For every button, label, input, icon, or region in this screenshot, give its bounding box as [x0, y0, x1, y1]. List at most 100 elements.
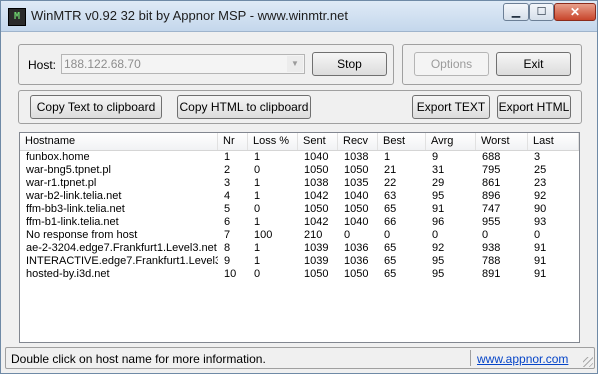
window-title: WinMTR v0.92 32 bit by Appnor MSP - www.…: [31, 8, 348, 23]
status-text: Double click on host name for more infor…: [11, 352, 266, 366]
cell-hostname[interactable]: ffm-b1-link.telia.net: [20, 216, 218, 229]
cell-nr: 5: [224, 203, 231, 215]
resize-grip-icon[interactable]: [583, 357, 593, 367]
cell-best: 63: [384, 190, 397, 202]
cell-hostname[interactable]: ffm-bb3-link.telia.net: [20, 203, 218, 216]
cell-worst: 896: [482, 190, 501, 202]
cell-loss: 100: [254, 229, 273, 241]
cell-last: 91: [534, 268, 547, 280]
cell-avrg: 96: [432, 216, 445, 228]
cell-last: 25: [534, 164, 547, 176]
cell-recv: 1050: [344, 203, 369, 215]
cell-sent: 1050: [304, 203, 329, 215]
cell-sent: 210: [304, 229, 323, 241]
column-header-sent[interactable]: Sent: [298, 133, 338, 150]
column-header-recv[interactable]: Recv: [338, 133, 378, 150]
cell-hostname[interactable]: funbox.home: [20, 151, 218, 164]
minimize-icon: ▁: [511, 6, 521, 18]
cell-avrg: 95: [432, 255, 445, 267]
cell-worst: 747: [482, 203, 501, 215]
cell-hostname[interactable]: hosted-by.i3d.net: [20, 268, 218, 281]
host-input[interactable]: [64, 56, 286, 72]
close-icon: ✕: [569, 5, 581, 19]
cell-last: 3: [534, 151, 541, 163]
cell-hostname[interactable]: No response from host: [20, 229, 218, 242]
table-row[interactable]: No response from host 7 100 210 0 0 0 0 0: [20, 229, 579, 242]
close-button[interactable]: ✕: [554, 3, 596, 21]
cell-loss: 0: [254, 203, 261, 215]
table-row[interactable]: war-r1.tpnet.pl 3 1 1038 1035 22 29 861 23: [20, 177, 579, 190]
table-row[interactable]: INTERACTIVE.edge7.Frankfurt1.Level3.net 9…: [20, 255, 579, 268]
table-row[interactable]: hosted-by.i3d.net 10 0 1050 1050 65 95 891 91: [20, 268, 579, 281]
cell-sent: 1042: [304, 216, 329, 228]
cell-worst: 688: [482, 151, 501, 163]
stop-button[interactable]: Stop: [312, 52, 387, 76]
table-row[interactable]: ae-2-3204.edge7.Frankfurt1.Level3.net 8 1 1…: [20, 242, 579, 255]
cell-recv: 1038: [344, 151, 369, 163]
cell-best: 65: [384, 242, 397, 254]
cell-avrg: 0: [432, 229, 439, 241]
column-header-best[interactable]: Best: [378, 133, 426, 150]
table-row[interactable]: ffm-b1-link.telia.net 6 1 1042 1040 66 96 955 93: [20, 216, 579, 229]
cell-loss: 1: [254, 190, 261, 202]
cell-sent: 1039: [304, 242, 329, 254]
appnor-link[interactable]: www.appnor.com: [477, 352, 568, 366]
column-header-worst[interactable]: Worst: [476, 133, 528, 150]
cell-recv: 1035: [344, 177, 369, 189]
column-header-loss[interactable]: Loss %: [248, 133, 298, 150]
options-button[interactable]: Options: [414, 52, 489, 76]
cell-recv: 1050: [344, 268, 369, 280]
cell-avrg: 31: [432, 164, 445, 176]
column-header-nr[interactable]: Nr: [218, 133, 248, 150]
cell-worst: 861: [482, 177, 501, 189]
minimize-button[interactable]: ▁: [503, 3, 529, 21]
export-text-button[interactable]: Export TEXT: [412, 95, 490, 119]
cell-last: 91: [534, 255, 547, 267]
cell-hostname[interactable]: war-b2-link.telia.net: [20, 190, 218, 203]
cell-nr: 2: [224, 164, 231, 176]
cell-recv: 1036: [344, 255, 369, 267]
cell-avrg: 9: [432, 151, 439, 163]
cell-nr: 7: [224, 229, 231, 241]
trace-results-list[interactable]: Hostname Nr Loss % Sent Recv Best Avrg Worst Las…: [19, 132, 580, 343]
cell-worst: 938: [482, 242, 501, 254]
export-html-button[interactable]: Export HTML: [497, 95, 571, 119]
table-row[interactable]: funbox.home 1 1 1040 1038 1 9 688 3: [20, 151, 579, 164]
cell-last: 93: [534, 216, 547, 228]
cell-recv: 1036: [344, 242, 369, 254]
cell-last: 23: [534, 177, 547, 189]
copy-html-button[interactable]: Copy HTML to clipboard: [177, 95, 311, 119]
cell-best: 66: [384, 216, 397, 228]
cell-loss: 1: [254, 255, 261, 267]
table-row[interactable]: ffm-bb3-link.telia.net 5 0 1050 1050 65 91 747 9…: [20, 203, 579, 216]
cell-worst: 0: [482, 229, 489, 241]
list-header: Hostname Nr Loss % Sent Recv Best Avrg Worst Las…: [20, 133, 579, 151]
cell-worst: 955: [482, 216, 501, 228]
cell-loss: 1: [254, 177, 261, 189]
column-header-hostname[interactable]: Hostname: [20, 133, 218, 150]
cell-nr: 6: [224, 216, 231, 228]
cell-best: 65: [384, 203, 397, 215]
cell-loss: 1: [254, 242, 261, 254]
cell-hostname[interactable]: INTERACTIVE.edge7.Frankfurt1.Level3.net: [20, 255, 218, 268]
cell-avrg: 95: [432, 268, 445, 280]
table-row[interactable]: war-b2-link.telia.net 4 1 1042 1040 63 95 896 92: [20, 190, 579, 203]
exit-button[interactable]: Exit: [496, 52, 571, 76]
table-row[interactable]: war-bng5.tpnet.pl 2 0 1050 1050 21 31 795 25: [20, 164, 579, 177]
maximize-button[interactable]: ☐: [529, 3, 554, 21]
cell-loss: 0: [254, 164, 261, 176]
cell-hostname[interactable]: war-r1.tpnet.pl: [20, 177, 218, 190]
copy-text-button[interactable]: Copy Text to clipboard: [30, 95, 162, 119]
host-combobox[interactable]: ▼: [61, 54, 305, 74]
column-header-avrg[interactable]: Avrg: [426, 133, 476, 150]
cell-best: 65: [384, 268, 397, 280]
cell-hostname[interactable]: ae-2-3204.edge7.Frankfurt1.Level3.net: [20, 242, 218, 255]
list-rows: funbox.home 1 1 1040 1038 1 9 688 3 war-bng5.tpne…: [20, 151, 579, 281]
cell-recv: 1040: [344, 190, 369, 202]
dropdown-arrow-icon[interactable]: ▼: [287, 56, 303, 72]
cell-nr: 4: [224, 190, 231, 202]
column-header-last[interactable]: Last: [528, 133, 579, 150]
cell-loss: 0: [254, 268, 261, 280]
title-bar[interactable]: M WinMTR v0.92 32 bit by Appnor MSP - ww…: [1, 1, 597, 32]
cell-hostname[interactable]: war-bng5.tpnet.pl: [20, 164, 218, 177]
